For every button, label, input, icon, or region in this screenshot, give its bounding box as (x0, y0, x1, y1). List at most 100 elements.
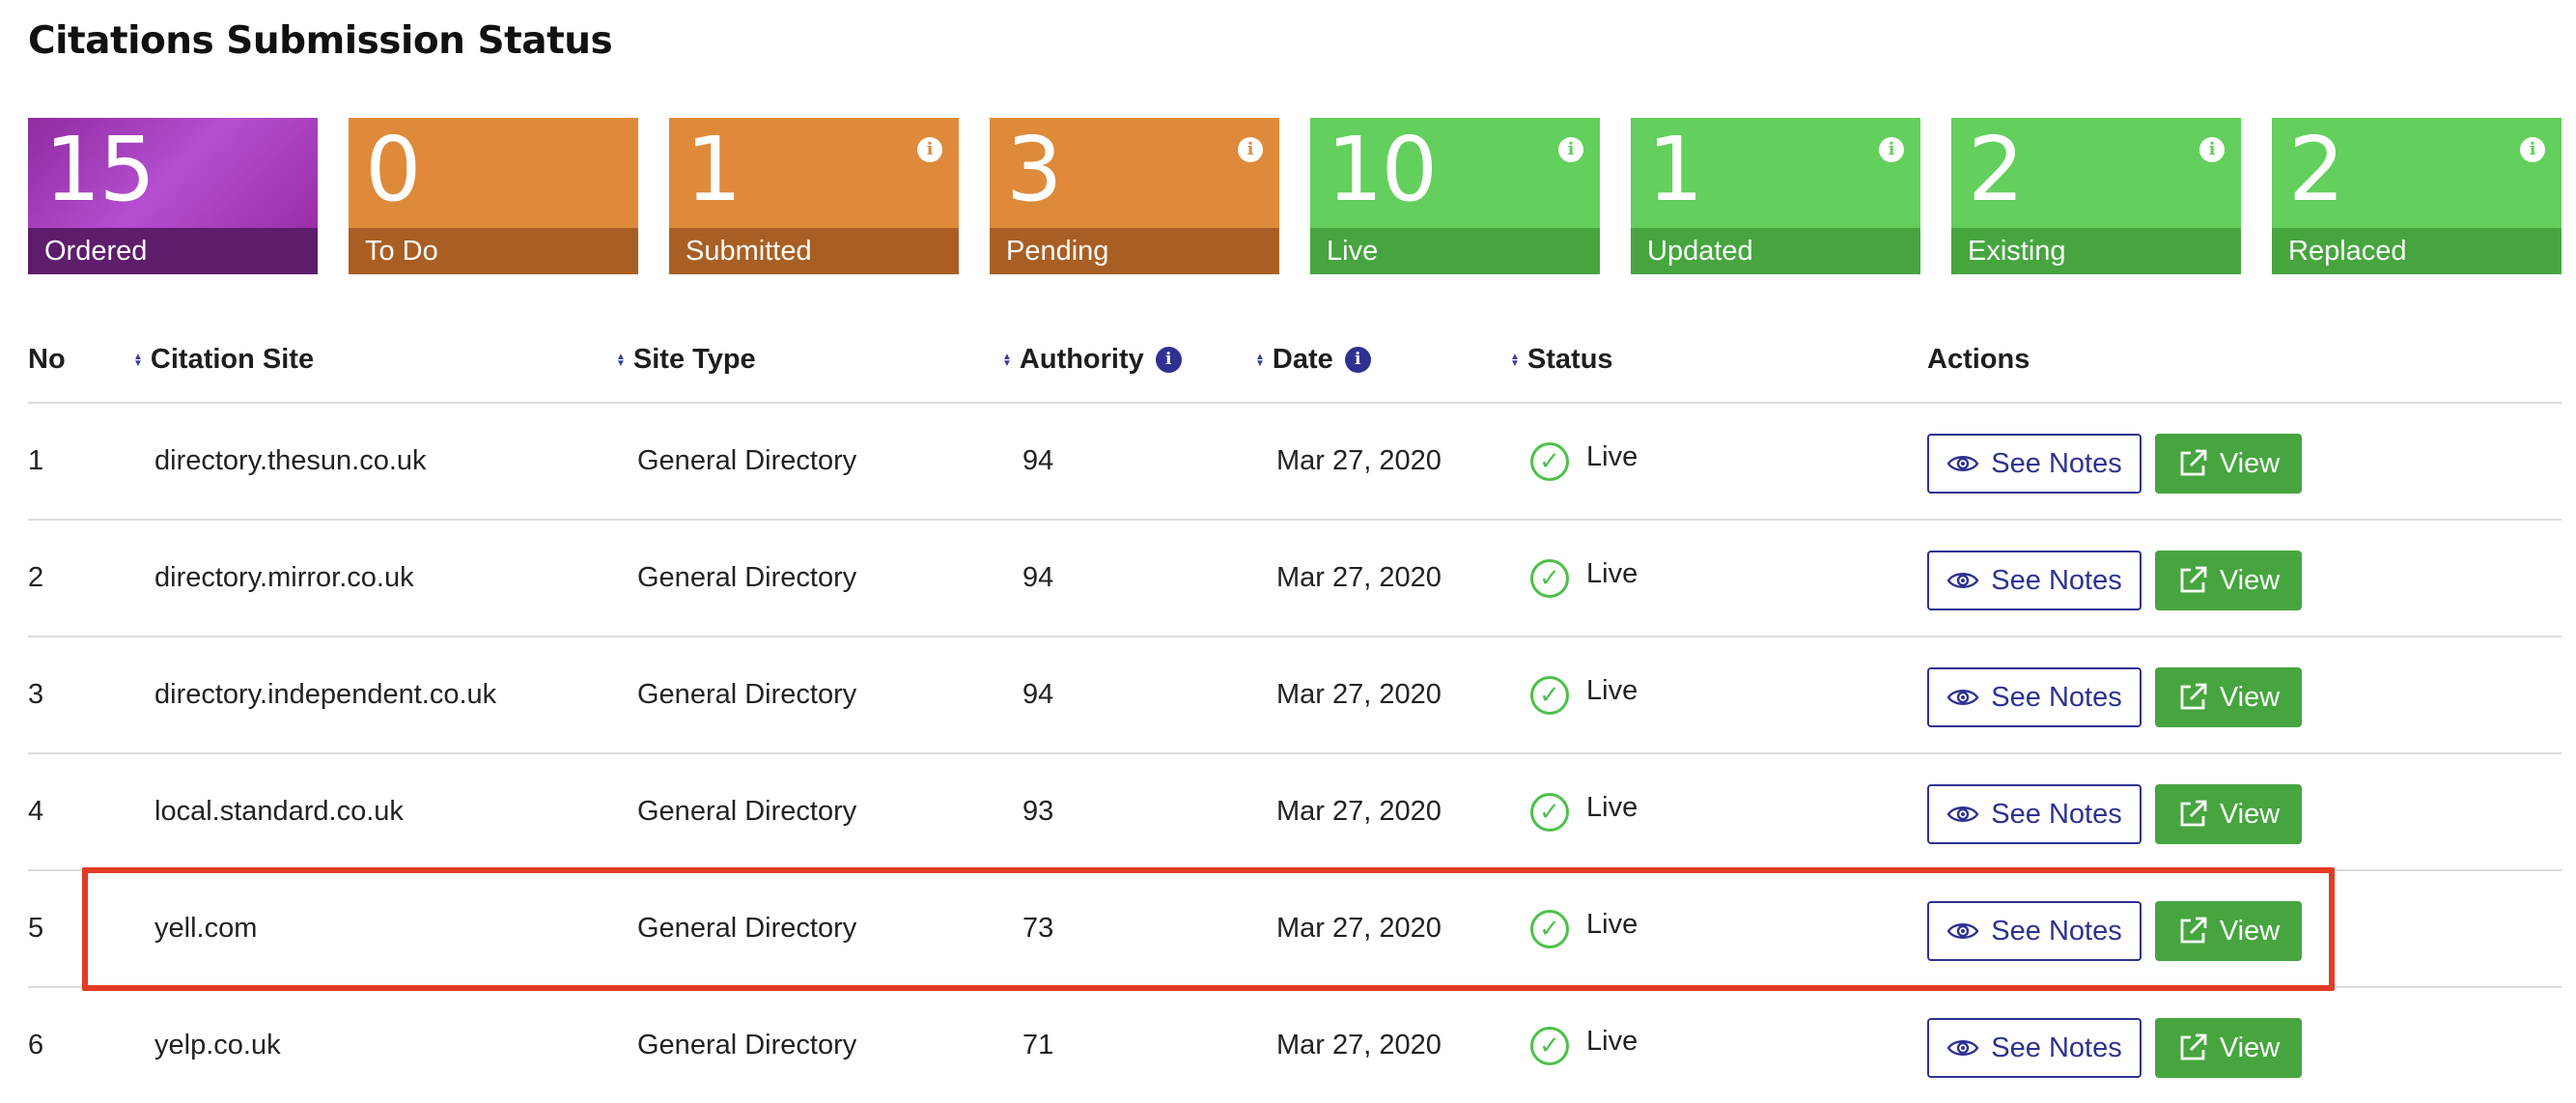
stat-card-existing[interactable]: 2 i Existing (1951, 118, 2241, 274)
stat-card-to-do[interactable]: 0 To Do (349, 118, 638, 274)
eye-icon (1946, 804, 1979, 825)
stat-value: 1 (686, 118, 742, 221)
cell-authority: 73 (1022, 913, 1054, 944)
stat-value: 15 (44, 118, 155, 221)
check-circle-icon: ✓ (1530, 909, 1569, 948)
column-header-date[interactable]: ▲ ▼ Date i (1255, 344, 1371, 376)
info-icon[interactable]: i (2520, 137, 2545, 162)
stat-card-pending[interactable]: 3 i Pending (990, 118, 1279, 274)
info-icon[interactable]: i (1155, 347, 1182, 373)
info-icon[interactable]: i (917, 137, 942, 162)
check-circle-icon: ✓ (1530, 792, 1569, 832)
cell-authority: 94 (1022, 445, 1054, 476)
table-row-highlighted: 5 yell.com General Directory 73 Mar 27, … (28, 871, 2562, 988)
view-button[interactable]: View (2155, 901, 2302, 961)
table-row: 6 yelp.co.uk General Directory 71 Mar 27… (28, 988, 2562, 1103)
stat-card-replaced[interactable]: 2 i Replaced (2272, 118, 2562, 274)
info-icon[interactable]: i (1879, 137, 1904, 162)
see-notes-button[interactable]: See Notes (1927, 1018, 2142, 1078)
view-label: View (2219, 798, 2281, 830)
cell-site-type: General Directory (637, 796, 857, 827)
stat-label: Ordered (28, 228, 318, 274)
stats-cards: 15 Ordered 0 To Do 1 i Submitted 3 i Pen… (28, 118, 2562, 274)
column-header-citation-site[interactable]: ▲ ▼ Citation Site (133, 344, 314, 376)
see-notes-label: See Notes (1991, 1032, 2122, 1063)
sort-icon[interactable]: ▲ ▼ (1255, 352, 1265, 368)
column-header-no: No (28, 344, 66, 375)
stat-value: 3 (1006, 118, 1063, 221)
cell-status: ✓ Live (1530, 404, 1638, 519)
cell-site-type: General Directory (637, 1030, 857, 1061)
stat-card-submitted[interactable]: 1 i Submitted (669, 118, 959, 274)
external-link-icon (2177, 1032, 2208, 1063)
see-notes-button[interactable]: See Notes (1927, 667, 2142, 727)
sort-icon[interactable]: ▲ ▼ (133, 352, 143, 368)
see-notes-button[interactable]: See Notes (1927, 784, 2142, 844)
external-link-icon (2177, 916, 2208, 947)
sort-icon[interactable]: ▲ ▼ (1510, 352, 1520, 368)
see-notes-label: See Notes (1991, 915, 2122, 947)
stat-value: 1 (1647, 118, 1704, 221)
stat-card-updated[interactable]: 1 i Updated (1631, 118, 1920, 274)
cell-date: Mar 27, 2020 (1276, 1030, 1442, 1061)
view-button[interactable]: View (2155, 667, 2302, 727)
info-icon[interactable]: i (2199, 137, 2225, 162)
stat-label: To Do (349, 228, 638, 274)
see-notes-label: See Notes (1991, 798, 2122, 830)
cell-no: 6 (28, 1030, 44, 1061)
sort-icon[interactable]: ▲ ▼ (616, 352, 626, 368)
cell-authority: 94 (1022, 562, 1054, 593)
info-icon[interactable]: i (1558, 137, 1583, 162)
column-header-status[interactable]: ▲ ▼ Status (1510, 344, 1613, 376)
cell-site-type: General Directory (637, 913, 857, 944)
cell-status: ✓ Live (1530, 637, 1638, 752)
stat-value: 2 (1968, 118, 2025, 221)
table-row: 4 local.standard.co.uk General Directory… (28, 754, 2562, 871)
table-row: 2 directory.mirror.co.uk General Directo… (28, 521, 2562, 637)
cell-authority: 71 (1022, 1030, 1054, 1061)
view-button[interactable]: View (2155, 1018, 2302, 1078)
view-button[interactable]: View (2155, 551, 2302, 610)
stat-label: Submitted (669, 228, 959, 274)
see-notes-button[interactable]: See Notes (1927, 551, 2142, 610)
column-header-site-type[interactable]: ▲ ▼ Site Type (616, 344, 756, 376)
view-button[interactable]: View (2155, 784, 2302, 844)
stat-card-live[interactable]: 10 i Live (1310, 118, 1600, 274)
stat-label: Live (1310, 228, 1600, 274)
check-circle-icon: ✓ (1530, 558, 1569, 598)
sort-icon[interactable]: ▲ ▼ (1002, 352, 1012, 368)
table-row: 1 directory.thesun.co.uk General Directo… (28, 404, 2562, 521)
cell-status: ✓ Live (1530, 871, 1638, 986)
check-circle-icon: ✓ (1530, 441, 1569, 481)
cell-no: 5 (28, 913, 44, 944)
stat-label: Pending (990, 228, 1279, 274)
info-icon[interactable]: i (1344, 347, 1371, 373)
cell-date: Mar 27, 2020 (1276, 679, 1442, 710)
eye-icon (1946, 1037, 1979, 1059)
cell-citation-site: directory.thesun.co.uk (154, 445, 427, 476)
cell-no: 1 (28, 445, 44, 476)
cell-site-type: General Directory (637, 679, 857, 710)
info-icon[interactable]: i (1238, 137, 1263, 162)
external-link-icon (2177, 448, 2208, 479)
check-circle-icon: ✓ (1530, 1026, 1569, 1065)
cell-citation-site: yelp.co.uk (154, 1030, 281, 1061)
view-button[interactable]: View (2155, 434, 2302, 494)
see-notes-label: See Notes (1991, 681, 2122, 713)
external-link-icon (2177, 565, 2208, 596)
cell-authority: 94 (1022, 679, 1054, 710)
cell-no: 3 (28, 679, 44, 710)
stat-card-ordered[interactable]: 15 Ordered (28, 118, 318, 274)
see-notes-button[interactable]: See Notes (1927, 901, 2142, 961)
see-notes-button[interactable]: See Notes (1927, 434, 2142, 494)
stat-label: Existing (1951, 228, 2241, 274)
external-link-icon (2177, 799, 2208, 830)
view-label: View (2219, 681, 2281, 713)
stat-label: Updated (1631, 228, 1920, 274)
see-notes-label: See Notes (1991, 564, 2122, 596)
status-text: Live (1586, 675, 1638, 706)
column-header-authority[interactable]: ▲ ▼ Authority i (1002, 344, 1182, 376)
status-text: Live (1586, 792, 1638, 823)
cell-no: 4 (28, 796, 44, 827)
view-label: View (2219, 564, 2281, 596)
